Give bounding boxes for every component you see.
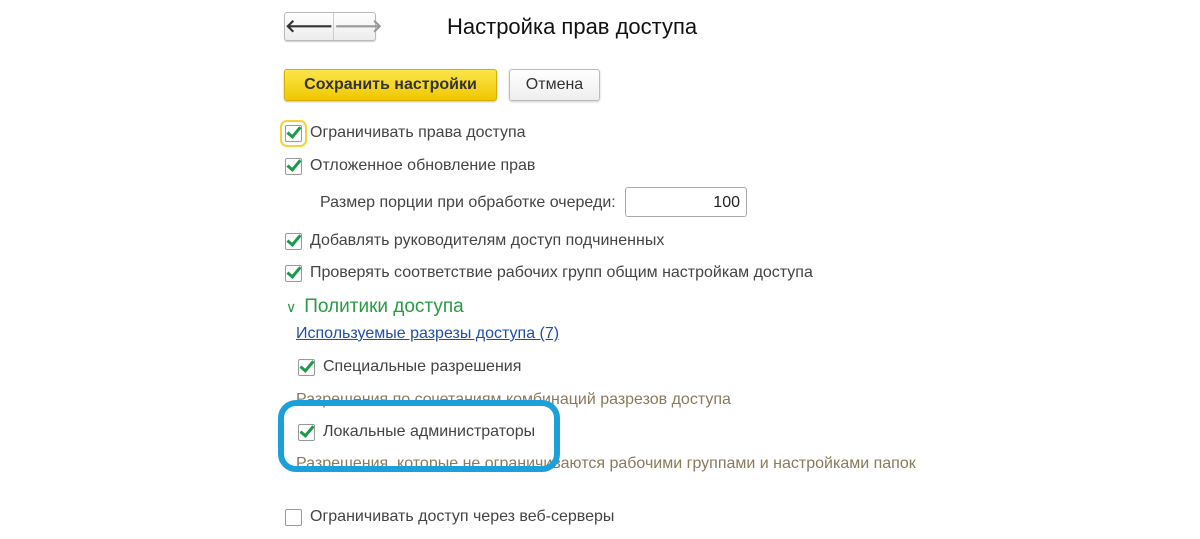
checkbox-label: Отложенное обновление прав [310,157,536,174]
group-title: Политики доступа [304,296,464,317]
save-settings-button[interactable]: Сохранить настройки [284,69,497,101]
arrow-right-icon: 🡒 [334,16,383,36]
checkbox-icon [280,119,307,147]
managers-access-checkbox[interactable]: Добавлять руководителям доступ подчиненн… [285,232,664,250]
restrict-access-checkbox[interactable]: Ограничивать права доступа [280,119,526,147]
batch-size-input[interactable]: 100 [625,187,747,217]
restrict-web-checkbox[interactable]: Ограничивать доступ через веб-серверы [285,508,614,526]
checkbox-label: Специальные разрешения [323,358,522,375]
page-title: Настройка прав доступа [447,14,698,39]
back-button[interactable]: 🡐 [285,13,335,40]
checkbox-label: Ограничивать права доступа [310,124,526,141]
checkbox-label: Ограничивать доступ через веб-серверы [310,508,615,525]
cancel-button[interactable]: Отмена [509,69,600,101]
checkbox-label: Проверять соответствие рабочих групп общ… [310,264,813,281]
checkbox-icon [285,157,302,175]
special-permissions-checkbox[interactable]: Специальные разрешения [298,358,521,376]
checkbox-icon [285,264,302,282]
forward-button[interactable]: 🡒 [334,13,382,40]
deferred-update-checkbox[interactable]: Отложенное обновление прав [285,157,535,175]
access-sections-link[interactable]: Используемые разрезы доступа (7) [296,325,559,343]
batch-size-label: Размер порции при обработке очереди: [320,194,616,211]
check-workgroups-checkbox[interactable]: Проверять соответствие рабочих групп общ… [285,264,813,282]
highlight-outline [278,400,560,472]
checkbox-label: Добавлять руководителям доступ подчиненн… [310,232,665,249]
chevron-down-icon: ∨ [286,298,297,315]
checkbox-icon [285,232,302,250]
checkbox-icon [285,508,302,526]
arrow-left-icon: 🡐 [285,16,334,36]
navigation-buttons: 🡐 🡒 [284,12,383,41]
checkbox-icon [298,358,315,376]
access-policies-group[interactable]: ∨ Политики доступа [286,296,464,318]
